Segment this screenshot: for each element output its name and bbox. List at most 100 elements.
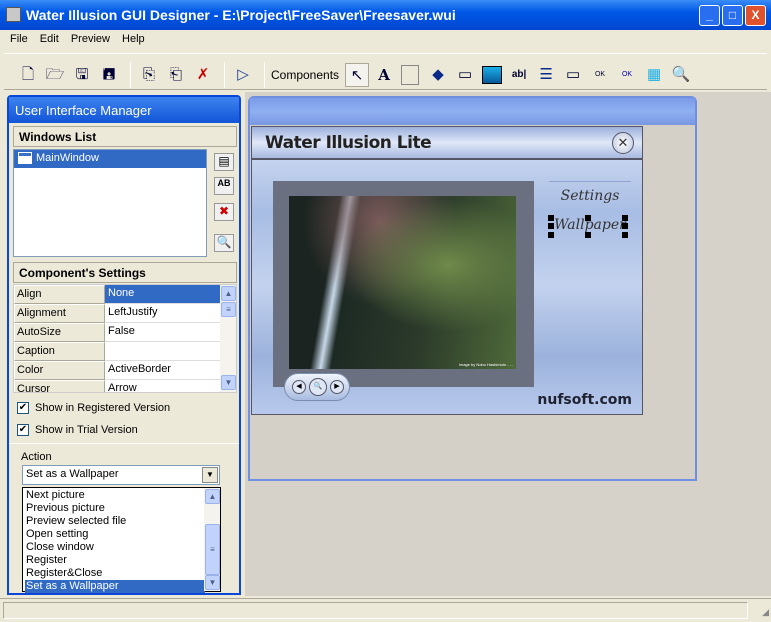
pointer-tool-icon[interactable]: ↖ bbox=[345, 63, 370, 87]
close-button[interactable]: X bbox=[745, 5, 766, 26]
export-icon[interactable]: ⎗ bbox=[164, 63, 188, 87]
previous-arrow-icon[interactable]: ◀ bbox=[292, 380, 306, 394]
list-item[interactable]: MainWindow bbox=[14, 150, 206, 168]
table-row[interactable]: Alignment LeftJustify bbox=[14, 304, 220, 323]
groupbox-tool-icon[interactable]: ▭ bbox=[561, 63, 585, 87]
toolbar: 🗋 🗁 🖫 🖪 ⎘ ⎗ ✗ ▷ Components ↖ A ◆ ▭ ab| ☰… bbox=[4, 53, 767, 90]
action-scrollbar[interactable]: ▲ ≡ ▼ bbox=[204, 488, 220, 591]
brand-label: nufsoft.com bbox=[537, 392, 632, 408]
resize-handle[interactable] bbox=[548, 215, 554, 221]
show-trial-checkbox[interactable]: ✔ Show in Trial Version bbox=[17, 424, 138, 436]
resize-handle[interactable] bbox=[548, 223, 554, 229]
table-row[interactable]: Cursor Arrow bbox=[14, 380, 220, 392]
xp-button-tool-icon[interactable]: OK bbox=[615, 63, 639, 87]
preview-form[interactable]: Water Illusion Lite ✕ Image by Nobu Hash… bbox=[251, 126, 643, 415]
new-file-icon[interactable]: 🗋 bbox=[16, 63, 40, 87]
resize-handle[interactable] bbox=[622, 215, 628, 221]
resize-grip-icon[interactable]: ◢ bbox=[762, 607, 769, 618]
list-item[interactable]: Close window bbox=[25, 541, 205, 554]
checkmark-icon: ✔ bbox=[17, 402, 29, 414]
save-as-icon[interactable]: 🖪 bbox=[97, 63, 121, 87]
run-preview-icon[interactable]: ▷ bbox=[231, 63, 255, 87]
property-value[interactable]: None bbox=[105, 285, 220, 304]
import-icon[interactable]: ⎘ bbox=[137, 63, 161, 87]
button-tool-icon[interactable]: OK bbox=[588, 63, 612, 87]
property-value[interactable]: False bbox=[105, 323, 220, 342]
app-icon[interactable] bbox=[6, 7, 21, 22]
resize-handle[interactable] bbox=[585, 232, 591, 238]
photo-frame[interactable]: Image by Nobu Hashimoto - ... bbox=[273, 181, 534, 387]
bevel-tool-icon[interactable]: ▭ bbox=[453, 63, 477, 87]
list-item[interactable]: Preview selected file bbox=[25, 515, 205, 528]
property-scrollbar[interactable]: ▲ ≡ ▼ bbox=[220, 285, 236, 392]
menu-preview[interactable]: Preview bbox=[71, 33, 110, 45]
table-row[interactable]: Align None bbox=[14, 285, 220, 304]
property-grid[interactable]: Align None Alignment LeftJustify AutoSize F… bbox=[13, 284, 237, 393]
list-item[interactable]: Set as a Wallpaper bbox=[25, 580, 205, 593]
resize-handle[interactable] bbox=[622, 232, 628, 238]
action-options-list[interactable]: Next picture Previous picture Preview se… bbox=[22, 487, 221, 593]
scroll-thumb[interactable]: ≡ bbox=[221, 302, 236, 317]
list-item[interactable]: Previous picture bbox=[25, 502, 205, 515]
table-row[interactable]: Color ActiveBorder bbox=[14, 361, 220, 380]
scroll-up-icon[interactable]: ▲ bbox=[221, 286, 236, 301]
preview-window-icon[interactable]: 🔍 bbox=[214, 234, 234, 252]
show-registered-checkbox[interactable]: ✔ Show in Registered Version bbox=[17, 402, 170, 414]
table-row[interactable]: AutoSize False bbox=[14, 323, 220, 342]
grid-tool-icon[interactable]: ▦ bbox=[642, 63, 666, 87]
menu-help[interactable]: Help bbox=[122, 33, 145, 45]
label-tool-icon[interactable]: A bbox=[372, 63, 396, 87]
scroll-down-icon[interactable]: ▼ bbox=[205, 575, 220, 590]
save-icon[interactable]: 🖫 bbox=[70, 63, 94, 87]
zoom-icon[interactable]: 🔍 bbox=[309, 378, 327, 396]
menu-edit[interactable]: Edit bbox=[40, 33, 59, 45]
new-window-icon[interactable]: ▤ bbox=[214, 153, 234, 171]
scroll-thumb[interactable]: ≡ bbox=[205, 524, 220, 575]
minimize-button[interactable]: _ bbox=[699, 5, 720, 26]
maximize-button[interactable]: □ bbox=[722, 5, 743, 26]
table-row[interactable]: Caption bbox=[14, 342, 220, 361]
list-item[interactable]: Next picture bbox=[25, 489, 205, 502]
windows-list-header: Windows List bbox=[13, 126, 237, 147]
list-item[interactable]: Open setting bbox=[25, 528, 205, 541]
preview-image-tool-icon[interactable]: 🔍 bbox=[669, 63, 693, 87]
edit-tool-icon[interactable]: ab| bbox=[507, 63, 531, 87]
scroll-down-icon[interactable]: ▼ bbox=[221, 375, 236, 390]
list-item[interactable]: Register&Close bbox=[25, 567, 205, 580]
components-label: Components bbox=[271, 68, 340, 82]
open-file-icon[interactable]: 🗁 bbox=[43, 63, 67, 87]
panel-tool-icon[interactable] bbox=[399, 63, 423, 87]
property-name: Color bbox=[14, 361, 105, 380]
form-close-icon[interactable]: ✕ bbox=[612, 132, 634, 154]
designer-window-header[interactable] bbox=[250, 98, 695, 125]
image-tool-icon[interactable] bbox=[480, 63, 504, 87]
toolbar-separator bbox=[264, 62, 265, 88]
rename-window-icon[interactable]: AB bbox=[214, 177, 234, 195]
property-value[interactable]: Arrow bbox=[105, 380, 220, 392]
checkbox-label: Show in Trial Version bbox=[35, 424, 138, 436]
list-item[interactable]: Register bbox=[25, 554, 205, 567]
resize-handle[interactable] bbox=[548, 232, 554, 238]
chevron-down-icon[interactable]: ▼ bbox=[202, 467, 218, 483]
action-selected-value: Set as a Wallpaper bbox=[26, 468, 119, 480]
menu-file[interactable]: File bbox=[10, 33, 28, 45]
memo-tool-icon[interactable]: ☰ bbox=[534, 63, 558, 87]
property-value[interactable] bbox=[105, 342, 220, 361]
next-arrow-icon[interactable]: ▶ bbox=[330, 380, 344, 394]
scroll-up-icon[interactable]: ▲ bbox=[205, 489, 220, 504]
toolbar-separator bbox=[224, 62, 225, 88]
property-name: Align bbox=[14, 285, 105, 304]
resize-handle[interactable] bbox=[585, 215, 591, 221]
menu-bar: File Edit Preview Help bbox=[0, 30, 771, 50]
settings-label[interactable]: Settings bbox=[544, 188, 636, 204]
shape-tool-icon[interactable]: ◆ bbox=[426, 63, 450, 87]
component-settings-header: Component's Settings bbox=[13, 262, 237, 283]
windows-list[interactable]: MainWindow bbox=[13, 149, 207, 257]
action-dropdown[interactable]: Set as a Wallpaper ▼ bbox=[22, 465, 220, 485]
delete-icon[interactable]: ✗ bbox=[191, 63, 215, 87]
resize-handle[interactable] bbox=[622, 223, 628, 229]
delete-window-icon[interactable]: ✖ bbox=[214, 203, 234, 221]
property-value[interactable]: ActiveBorder bbox=[105, 361, 220, 380]
property-value[interactable]: LeftJustify bbox=[105, 304, 220, 323]
window-name: MainWindow bbox=[36, 152, 99, 164]
